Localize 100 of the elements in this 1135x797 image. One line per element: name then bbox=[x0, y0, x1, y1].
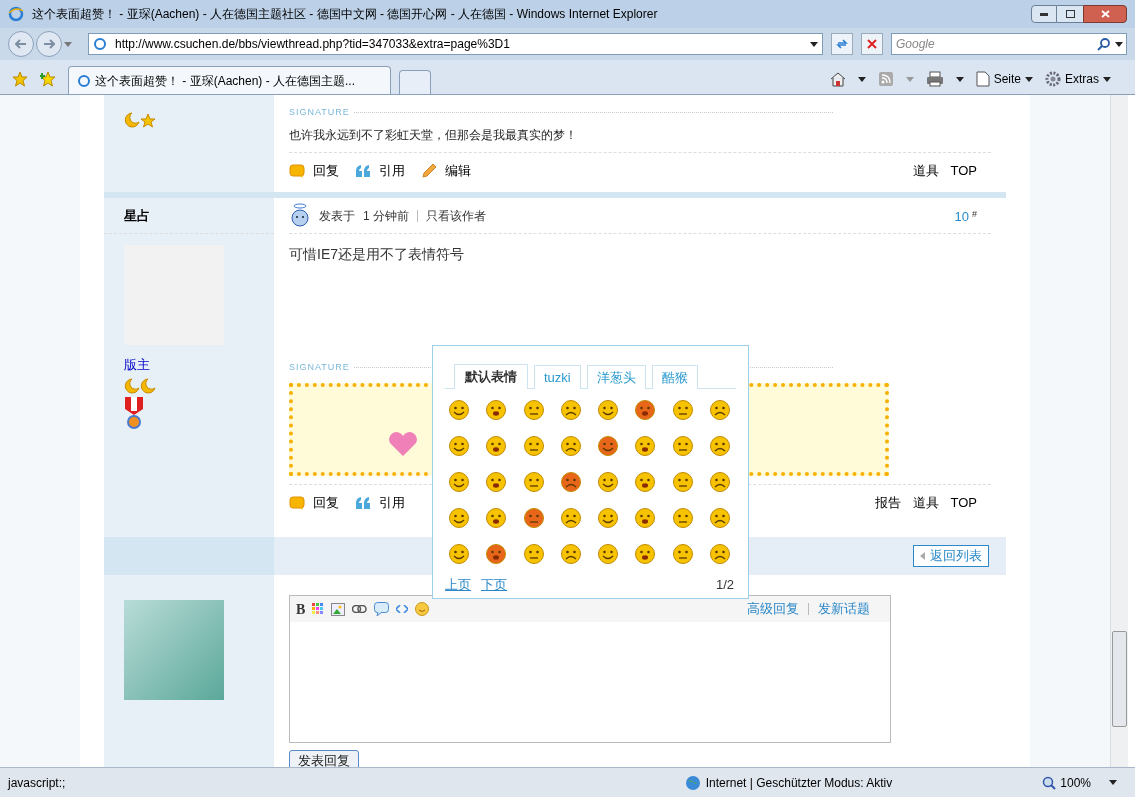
emoticon-icon[interactable] bbox=[708, 471, 731, 493]
bold-button[interactable]: B bbox=[296, 598, 306, 620]
zoom-button[interactable]: 100% bbox=[1042, 773, 1127, 792]
command-menu-button[interactable]: Extras bbox=[1045, 70, 1111, 88]
emoticon-icon[interactable] bbox=[634, 471, 657, 493]
post-link[interactable]: 道具 bbox=[912, 160, 939, 181]
maximize-button[interactable] bbox=[1057, 5, 1083, 23]
reply-editor[interactable]: B 高级回复 发新话题 bbox=[289, 595, 891, 743]
color-grid-icon[interactable] bbox=[312, 603, 325, 615]
back-to-list-button[interactable]: 返回列表 bbox=[913, 545, 989, 567]
emoticon-icon[interactable] bbox=[671, 435, 694, 457]
emoticon-icon[interactable] bbox=[485, 471, 508, 493]
emoticon-icon[interactable] bbox=[597, 471, 619, 493]
emoticon-icon[interactable] bbox=[522, 399, 545, 421]
emoticon-icon[interactable] bbox=[634, 507, 657, 529]
emoticon-icon[interactable] bbox=[597, 435, 619, 457]
scrollbar-thumb[interactable] bbox=[1112, 631, 1127, 727]
emoticon-icon[interactable] bbox=[634, 435, 657, 457]
speech-bubble-icon[interactable] bbox=[374, 602, 390, 616]
emoticon-icon[interactable] bbox=[448, 507, 470, 529]
medal-icon bbox=[124, 396, 144, 431]
browser-tab[interactable]: 这个表面超赞！ - 亚琛(Aachen) - 人在德国主题... bbox=[68, 66, 391, 94]
stop-button[interactable] bbox=[861, 33, 883, 55]
quote-icon bbox=[355, 495, 371, 510]
emoticon-icon[interactable] bbox=[485, 435, 508, 457]
vertical-scrollbar[interactable] bbox=[1110, 95, 1128, 767]
printer-icon[interactable] bbox=[925, 71, 944, 87]
emoticon-icon[interactable] bbox=[485, 507, 508, 529]
emoticon-tab[interactable]: 默认表情 bbox=[454, 364, 528, 389]
emoticon-icon[interactable] bbox=[708, 507, 731, 529]
emoticon-icon[interactable] bbox=[671, 399, 694, 421]
emoticon-icon[interactable] bbox=[671, 543, 694, 565]
post-link[interactable]: 道具 bbox=[912, 492, 939, 513]
refresh-button[interactable] bbox=[831, 33, 853, 55]
author-only-link[interactable]: 只看该作者 bbox=[426, 206, 486, 225]
floor-number[interactable]: 10 $^{#}$ bbox=[954, 207, 991, 227]
close-button[interactable] bbox=[1083, 5, 1127, 23]
address-field[interactable]: http://www.csuchen.de/bbs/viewthread.php?tid=347033&extra=page%3D1 bbox=[88, 33, 823, 55]
angel-cloud-icon bbox=[289, 202, 311, 229]
emoticon-icon[interactable] bbox=[485, 543, 508, 565]
globe-icon bbox=[684, 774, 701, 791]
emoticon-icon[interactable] bbox=[708, 543, 731, 565]
command-menu-button[interactable]: Seite bbox=[975, 70, 1033, 88]
add-star-icon[interactable] bbox=[40, 71, 56, 87]
post-action-link[interactable]: 引用 bbox=[355, 492, 405, 513]
emoticon-icon[interactable] bbox=[708, 435, 731, 457]
star-icon[interactable] bbox=[12, 71, 28, 87]
post-action-link[interactable]: 编辑 bbox=[421, 160, 471, 181]
emoticon-icon[interactable] bbox=[634, 543, 657, 565]
heart-icon bbox=[388, 431, 418, 457]
caret-icon[interactable] bbox=[1115, 41, 1123, 47]
submit-reply-button[interactable]: 发表回复 bbox=[289, 750, 359, 767]
post-link[interactable]: 报告 bbox=[874, 492, 901, 513]
emoticon-icon[interactable] bbox=[522, 543, 545, 565]
emoticon-icon[interactable] bbox=[597, 399, 619, 421]
search-field[interactable]: Google bbox=[891, 33, 1127, 55]
emoticon-icon[interactable] bbox=[448, 471, 470, 493]
emoticon-icon[interactable] bbox=[559, 543, 582, 565]
next-page-link[interactable]: 下页 bbox=[481, 575, 507, 595]
quote-icon bbox=[355, 163, 371, 178]
emoticon-icon[interactable] bbox=[485, 399, 508, 421]
post-link[interactable]: TOP bbox=[950, 160, 977, 181]
minimize-button[interactable] bbox=[1031, 5, 1057, 23]
post-action-link[interactable]: 引用 bbox=[355, 160, 405, 181]
editor-link[interactable]: 高级回复 bbox=[747, 599, 799, 619]
emoticon-icon[interactable] bbox=[448, 435, 470, 457]
emoticon-icon[interactable] bbox=[448, 399, 470, 421]
emoticon-icon[interactable] bbox=[559, 507, 582, 529]
emoticon-icon[interactable] bbox=[597, 543, 619, 565]
back-button[interactable] bbox=[8, 31, 34, 57]
emoticon-icon[interactable] bbox=[708, 399, 731, 421]
link-icon[interactable] bbox=[352, 605, 368, 613]
code-icon[interactable] bbox=[396, 605, 409, 613]
emoticon-icon[interactable] bbox=[448, 543, 470, 565]
caret-icon[interactable] bbox=[857, 76, 866, 82]
emoticon-icon[interactable] bbox=[634, 399, 657, 421]
forward-button[interactable] bbox=[36, 31, 62, 57]
emoticon-icon[interactable] bbox=[522, 471, 545, 493]
signature-label: SIGNATURE bbox=[289, 106, 350, 119]
smiley-icon[interactable] bbox=[415, 602, 430, 616]
search-icon[interactable] bbox=[1097, 37, 1111, 51]
caret-icon[interactable] bbox=[955, 76, 964, 82]
emoticon-icon[interactable] bbox=[671, 471, 694, 493]
author-name[interactable]: 星占 bbox=[104, 198, 274, 234]
post-link[interactable]: TOP bbox=[950, 492, 977, 513]
prev-page-link[interactable]: 上页 bbox=[445, 575, 471, 595]
emoticon-icon[interactable] bbox=[559, 399, 582, 421]
editor-link[interactable]: 发新话题 bbox=[818, 599, 870, 619]
home-icon[interactable] bbox=[829, 71, 846, 87]
signature-text: 也许我永远到不了彩虹天堂，但那会是我最真实的梦！ bbox=[289, 125, 991, 153]
emoticon-icon[interactable] bbox=[522, 507, 545, 529]
post-action-link[interactable]: 回复 bbox=[289, 492, 339, 513]
post-action-link[interactable]: 回复 bbox=[289, 160, 339, 181]
emoticon-icon[interactable] bbox=[597, 507, 619, 529]
caret-icon[interactable] bbox=[810, 41, 818, 47]
emoticon-icon[interactable] bbox=[522, 435, 545, 457]
image-icon[interactable] bbox=[331, 602, 346, 616]
emoticon-icon[interactable] bbox=[559, 471, 582, 493]
emoticon-icon[interactable] bbox=[671, 507, 694, 529]
emoticon-icon[interactable] bbox=[559, 435, 582, 457]
